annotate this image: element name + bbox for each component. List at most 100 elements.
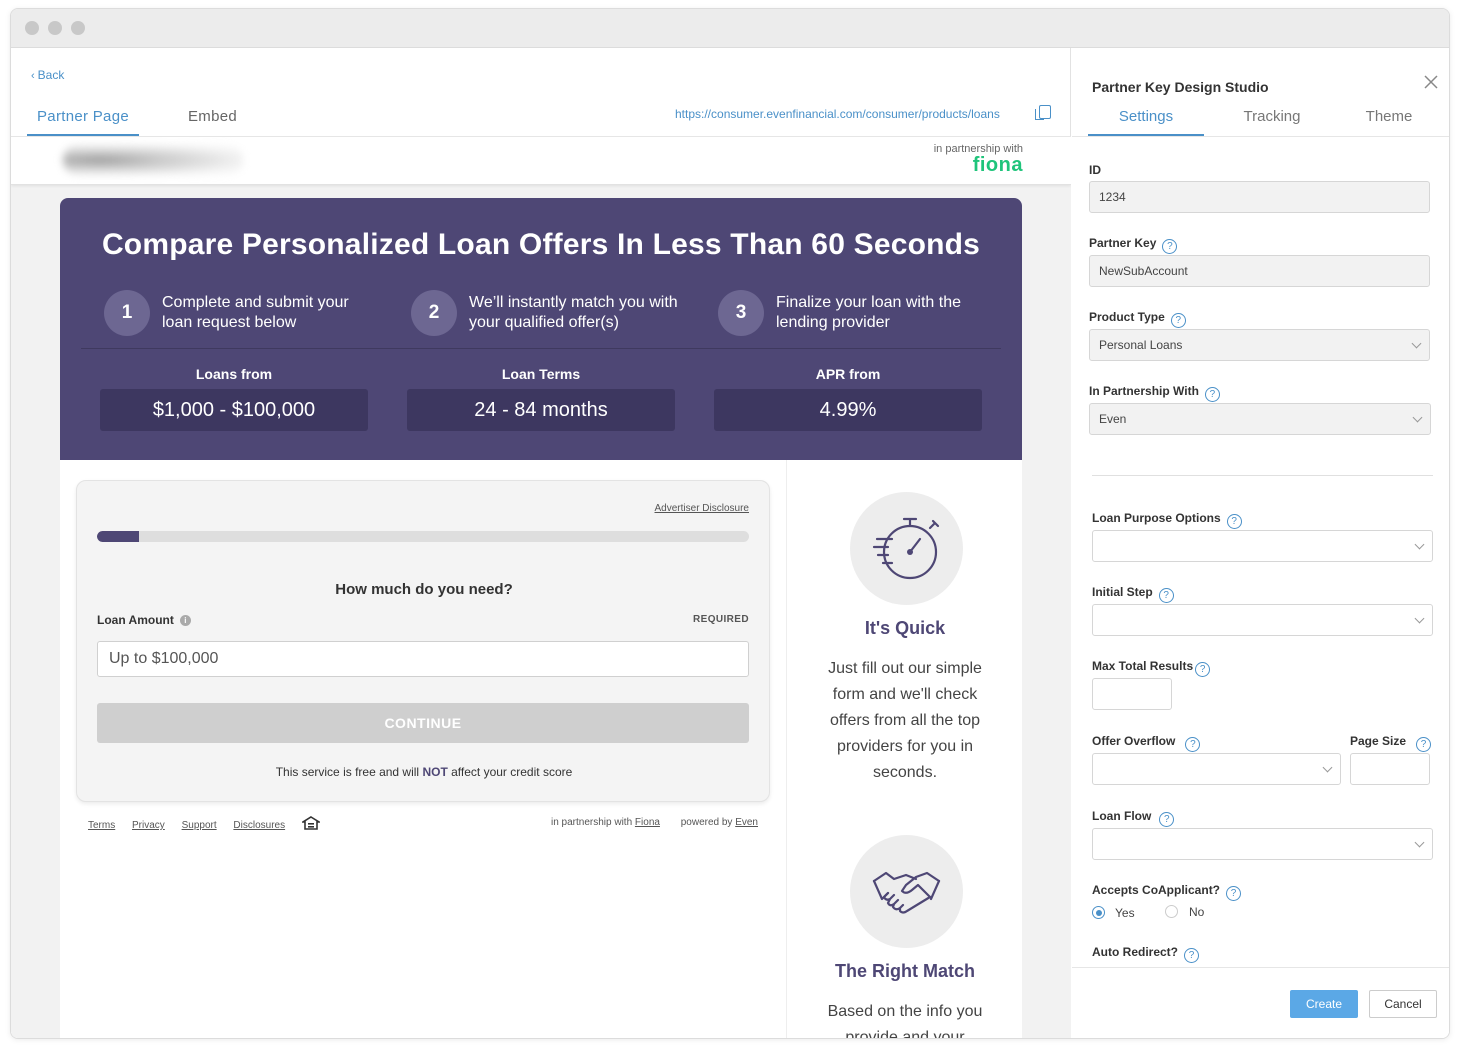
chevron-down-icon: [1412, 412, 1423, 423]
stat-label: APR from: [815, 366, 881, 382]
required-tag: REQUIRED: [693, 614, 749, 625]
close-icon[interactable]: [1423, 74, 1439, 90]
loan-flow-select[interactable]: [1092, 828, 1433, 860]
auto-redirect-label: Auto Redirect??: [1092, 945, 1200, 963]
features-sidebar: It's Quick Just fill out our simple form…: [786, 460, 1022, 1038]
section-divider: [1092, 475, 1433, 476]
copy-icon[interactable]: [1035, 105, 1051, 120]
stat-value: 4.99%: [714, 389, 982, 431]
info-icon[interactable]: i: [179, 615, 191, 626]
hero-title: Compare Personalized Loan Offers In Less…: [101, 228, 981, 261]
help-icon[interactable]: ?: [1159, 812, 1175, 827]
window-dot-maximize[interactable]: [71, 21, 85, 35]
loan-purpose-select[interactable]: [1092, 530, 1433, 562]
product-type-select[interactable]: Personal Loans: [1089, 329, 1430, 361]
partner-url-link[interactable]: https://consumer.evenfinancial.com/consu…: [675, 107, 1000, 121]
handshake-icon: [850, 835, 963, 948]
max-results-label-text: Max Total Results: [1092, 659, 1194, 673]
partner-key-label: Partner Key?: [1089, 236, 1178, 254]
footer-partnership-prefix: in partnership with: [550, 817, 635, 828]
in-partnership-label: In Partnership With?: [1089, 384, 1220, 402]
offer-overflow-label: Offer Overflow?: [1092, 734, 1201, 752]
browser-window: ‹ Back Partner Page Embed https://consume…: [10, 8, 1450, 1039]
product-type-label: Product Type?: [1089, 310, 1186, 328]
id-field[interactable]: 1234: [1089, 181, 1430, 213]
partner-page-pane: ‹ Back Partner Page Embed https://consume…: [11, 48, 1071, 1038]
coapplicant-label-text: Accepts CoApplicant?: [1092, 883, 1221, 897]
equal-housing-icon: [300, 816, 322, 830]
initial-step-label: Initial Step?: [1092, 585, 1174, 603]
initial-step-label-text: Initial Step: [1092, 585, 1153, 599]
page-size-input[interactable]: [1350, 753, 1430, 785]
page-preview: in partnership with fiona Compare Person…: [11, 137, 1071, 1038]
fiona-logo: fiona: [972, 154, 1023, 176]
back-label: Back: [37, 68, 65, 82]
in-partnership-label-text: In Partnership With: [1089, 384, 1199, 398]
step-text: Finalize your loan with the lending prov…: [776, 294, 961, 331]
chevron-down-icon: [1414, 837, 1425, 848]
footer-link-terms[interactable]: Terms: [88, 820, 115, 831]
divider: [1072, 136, 1449, 137]
in-partnership-select[interactable]: Even: [1089, 403, 1431, 435]
footer-fiona-link[interactable]: Fiona: [635, 817, 660, 828]
step-number: 3: [718, 290, 764, 336]
stat-loan-terms: Loan Terms 24 - 84 months: [407, 366, 675, 431]
tab-theme[interactable]: Theme: [1331, 104, 1447, 134]
help-icon[interactable]: ?: [1226, 514, 1242, 529]
offer-overflow-label-text: Offer Overflow: [1092, 734, 1176, 748]
feature-text: Just fill out our simple form and we'll …: [828, 660, 982, 781]
loan-purpose-label-text: Loan Purpose Options: [1092, 511, 1221, 525]
product-type-value: Personal Loans: [1099, 338, 1183, 352]
in-partnership-value: Even: [1099, 412, 1127, 426]
back-link[interactable]: ‹ Back: [31, 68, 64, 82]
advertiser-disclosure-link[interactable]: Advertiser Disclosure: [655, 503, 749, 514]
free-service-note: This service is free and will NOT affect…: [77, 765, 771, 779]
loan-flow-label: Loan Flow?: [1092, 809, 1175, 827]
window-dot-close[interactable]: [25, 21, 39, 35]
panel-tabs: Settings Tracking Theme: [1088, 104, 1449, 136]
stat-label: Loans from: [195, 366, 273, 382]
offer-overflow-select[interactable]: [1092, 753, 1341, 785]
free-note-prefix: This service is free and will: [275, 765, 423, 779]
stat-apr-from: APR from 4.99%: [714, 366, 982, 431]
footer-even-link[interactable]: Even: [735, 817, 758, 828]
help-icon[interactable]: ?: [1158, 588, 1174, 603]
footer-link-disclosures[interactable]: Disclosures: [233, 820, 285, 831]
loan-amount-label: Loan Amount i: [97, 613, 191, 627]
stat-value: 24 - 84 months: [407, 389, 675, 431]
loan-amount-input[interactable]: Up to $100,000: [97, 641, 749, 677]
help-icon[interactable]: ?: [1185, 737, 1201, 752]
footer-link-support[interactable]: Support: [182, 820, 217, 831]
help-icon[interactable]: ?: [1204, 387, 1220, 402]
stat-label: Loan Terms: [501, 366, 581, 382]
coapplicant-no-radio[interactable]: [1165, 905, 1178, 918]
help-icon[interactable]: ?: [1184, 948, 1200, 963]
coapplicant-no-label: No: [1189, 905, 1205, 919]
max-results-input[interactable]: [1092, 678, 1172, 710]
initial-step-select[interactable]: [1092, 604, 1433, 636]
step-text: Complete and submit your loan request be…: [162, 294, 349, 331]
panel-footer: Create Cancel: [1072, 967, 1449, 1038]
tab-partner-page[interactable]: Partner Page: [27, 104, 139, 136]
tab-embed[interactable]: Embed: [178, 104, 247, 134]
tab-tracking[interactable]: Tracking: [1214, 104, 1330, 134]
loan-purpose-label: Loan Purpose Options?: [1092, 511, 1242, 529]
id-label: ID: [1089, 163, 1101, 177]
step-number: 2: [411, 290, 457, 336]
continue-button[interactable]: CONTINUE: [97, 703, 749, 743]
tab-settings[interactable]: Settings: [1088, 104, 1204, 136]
window-dot-minimize[interactable]: [48, 21, 62, 35]
help-icon[interactable]: ?: [1416, 737, 1432, 752]
progress-bar: [97, 531, 749, 542]
free-note-suffix: affect your credit score: [447, 765, 573, 779]
partner-key-field[interactable]: NewSubAccount: [1089, 255, 1430, 287]
help-icon[interactable]: ?: [1170, 313, 1186, 328]
footer-link-privacy[interactable]: Privacy: [132, 820, 165, 831]
progress-fill: [97, 531, 140, 542]
help-icon[interactable]: ?: [1195, 662, 1211, 677]
coapplicant-yes-radio[interactable]: [1092, 906, 1105, 919]
help-icon[interactable]: ?: [1162, 239, 1178, 254]
cancel-button[interactable]: Cancel: [1369, 990, 1437, 1018]
help-icon[interactable]: ?: [1226, 886, 1242, 901]
create-button[interactable]: Create: [1290, 990, 1358, 1018]
